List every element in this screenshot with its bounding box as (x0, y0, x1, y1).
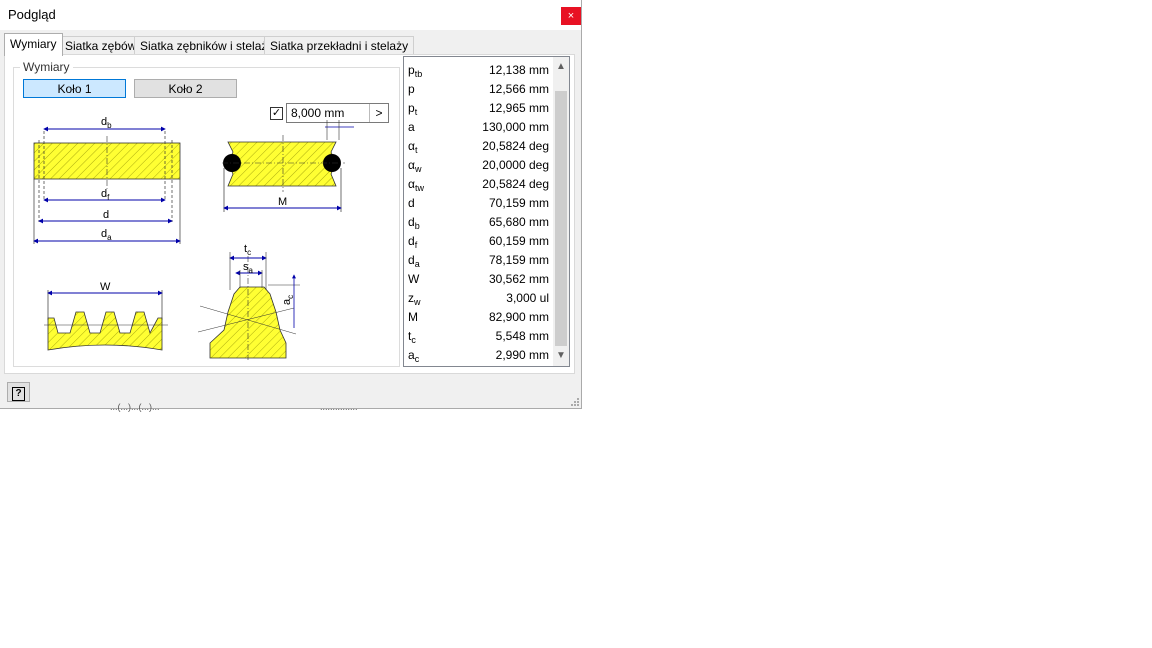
value-row[interactable]: d 70,159 mm (404, 194, 554, 213)
kolo2-button[interactable]: Koło 2 (134, 79, 237, 98)
value-number: 130,000 mm (482, 120, 549, 134)
value-symbol: d (408, 196, 415, 210)
value-row[interactable]: ptb 12,138 mm (404, 61, 554, 80)
value-symbol: df (408, 234, 418, 250)
value-number: 78,159 mm (488, 253, 549, 267)
background-text-right: ............... (320, 402, 358, 412)
scroll-down-icon[interactable]: ▼ (553, 348, 569, 364)
group-label: Wymiary (20, 60, 73, 74)
title-bar[interactable]: Podgląd × (0, 0, 581, 30)
value-row[interactable]: pt 12,965 mm (404, 99, 554, 118)
values-list[interactable]: ptb 12,138 mm p 12,566 mm pt 12,965 mm a 130,00… (403, 56, 570, 367)
value-number: 12,566 mm (488, 82, 549, 96)
value-symbol: αt (408, 139, 418, 155)
close-button[interactable]: × (561, 7, 581, 25)
value-row[interactable]: p 12,566 mm (404, 80, 554, 99)
value-symbol: p (408, 82, 415, 96)
scroll-up-icon[interactable]: ▲ (553, 59, 569, 75)
chevron-right-icon[interactable]: > (369, 104, 388, 122)
kolo1-button[interactable]: Koło 1 (23, 79, 126, 98)
preview-dialog: Podgląd × Wymiary Siatka zębów Siatka zę… (0, 0, 582, 409)
tab-wymiary[interactable]: Wymiary (4, 33, 63, 56)
value-number: 12,138 mm (488, 63, 549, 77)
tab-siatka-przekladni[interactable]: Siatka przekładni i stelaży (264, 36, 415, 55)
value-number: 20,5824 deg (482, 177, 549, 191)
value-symbol: tc (408, 329, 416, 345)
value-row[interactable]: da 78,159 mm (404, 251, 554, 270)
value-number: 12,965 mm (488, 101, 549, 115)
value-row[interactable]: αw 20,0000 deg (404, 156, 554, 175)
background-text-left: ...(...)...(...)... (110, 402, 160, 412)
value-symbol: pt (408, 101, 418, 117)
value-symbol: db (408, 215, 420, 231)
value-number: 2,990 mm (495, 348, 549, 362)
value-number: 5,548 mm (495, 329, 549, 343)
value-symbol: ptb (408, 63, 423, 79)
value-number: 30,562 mm (488, 272, 549, 286)
value-number: 20,5824 deg (482, 139, 549, 153)
resize-grip-icon[interactable] (570, 397, 580, 407)
value-symbol: αtw (408, 177, 424, 193)
value-number: 60,159 mm (488, 234, 549, 248)
value-symbol: M (408, 310, 418, 324)
value-row[interactable]: tc 5,548 mm (404, 327, 554, 346)
value-symbol: ac (408, 348, 420, 364)
value-row[interactable]: M 82,900 mm (404, 308, 554, 327)
value-symbol: W (408, 272, 420, 286)
value-symbol: a (408, 120, 415, 134)
value-row[interactable]: ac 2,990 mm (404, 346, 554, 365)
help-button[interactable]: ? (7, 382, 30, 402)
value-number: 65,680 mm (488, 215, 549, 229)
value-row[interactable]: zw 3,000 ul (404, 289, 554, 308)
value-row[interactable]: df 60,159 mm (404, 232, 554, 251)
dimension-input-value: 8,000 mm (291, 106, 345, 120)
value-row[interactable]: db 65,680 mm (404, 213, 554, 232)
dimension-input[interactable]: 8,000 mm > (286, 103, 389, 123)
value-symbol: αw (408, 158, 422, 174)
value-symbol: zw (408, 291, 421, 307)
tab-siatka-zebow[interactable]: Siatka zębów (59, 36, 143, 55)
value-number: 82,900 mm (488, 310, 549, 324)
value-number: 20,0000 deg (482, 158, 549, 172)
tab-siatka-zebnikow[interactable]: Siatka zębników i stelaży (134, 36, 280, 55)
value-row[interactable]: W 30,562 mm (404, 270, 554, 289)
value-number: 3,000 ul (506, 291, 549, 305)
vertical-scrollbar[interactable]: ▲ ▼ (553, 57, 569, 366)
window-title: Podgląd (8, 7, 56, 22)
value-row[interactable]: αtw 20,5824 deg (404, 175, 554, 194)
value-row[interactable]: a 130,000 mm (404, 118, 554, 137)
scroll-thumb[interactable] (555, 91, 567, 346)
value-row[interactable]: αt 20,5824 deg (404, 137, 554, 156)
help-icon: ? (12, 387, 25, 401)
value-number: 70,159 mm (488, 196, 549, 210)
value-symbol: da (408, 253, 420, 269)
enable-checkbox[interactable]: ✓ (270, 107, 283, 120)
